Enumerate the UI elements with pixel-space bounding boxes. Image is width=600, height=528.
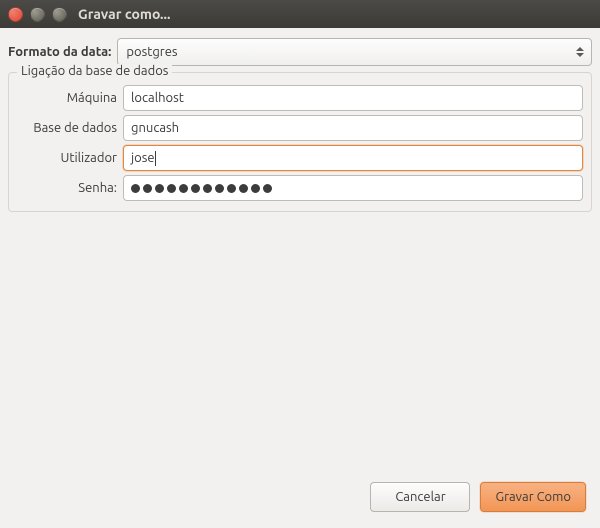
password-dot-icon xyxy=(191,184,200,193)
host-input[interactable] xyxy=(123,85,583,111)
password-label: Senha: xyxy=(17,181,117,195)
password-dot-icon xyxy=(179,184,188,193)
password-input[interactable] xyxy=(123,175,583,201)
database-row: Base de dados xyxy=(17,115,583,141)
format-row: Formato da data: postgres xyxy=(8,38,592,66)
password-row: Senha: xyxy=(17,175,583,201)
dialog-content: Formato da data: postgres Ligação da bas… xyxy=(0,28,600,220)
cancel-button[interactable]: Cancelar xyxy=(370,482,470,512)
database-label: Base de dados xyxy=(17,121,117,135)
maximize-icon[interactable] xyxy=(52,7,67,22)
host-row: Máquina xyxy=(17,85,583,111)
password-dot-icon xyxy=(203,184,212,193)
password-dot-icon xyxy=(251,184,260,193)
chevron-down-icon xyxy=(576,53,584,57)
password-dot-icon xyxy=(155,184,164,193)
password-dot-icon xyxy=(215,184,224,193)
password-dot-icon xyxy=(263,184,272,193)
user-input[interactable]: jose xyxy=(123,145,583,171)
titlebar: Gravar como... xyxy=(0,0,600,28)
window-title: Gravar como... xyxy=(78,6,170,22)
chevron-up-icon xyxy=(576,47,584,51)
minimize-icon[interactable] xyxy=(30,7,45,22)
combo-spin-icon xyxy=(573,39,587,65)
close-icon[interactable] xyxy=(8,7,23,22)
database-input[interactable] xyxy=(123,115,583,141)
user-row: Utilizador jose xyxy=(17,145,583,171)
host-label: Máquina xyxy=(17,91,117,105)
password-dot-icon xyxy=(239,184,248,193)
save-as-button[interactable]: Gravar Como xyxy=(480,482,586,512)
connection-fieldset: Ligação da base de dados Máquina Base de… xyxy=(8,72,592,212)
password-dot-icon xyxy=(143,184,152,193)
user-value: jose xyxy=(131,151,155,165)
password-dot-icon xyxy=(167,184,176,193)
user-label: Utilizador xyxy=(17,151,117,165)
password-dot-icon xyxy=(227,184,236,193)
format-combobox[interactable]: postgres xyxy=(117,38,592,66)
password-dot-icon xyxy=(131,184,140,193)
format-value: postgres xyxy=(126,45,177,59)
format-label: Formato da data: xyxy=(8,45,111,59)
connection-legend: Ligação da base de dados xyxy=(17,64,172,78)
button-bar: Cancelar Gravar Como xyxy=(370,482,586,512)
text-cursor xyxy=(155,151,156,166)
